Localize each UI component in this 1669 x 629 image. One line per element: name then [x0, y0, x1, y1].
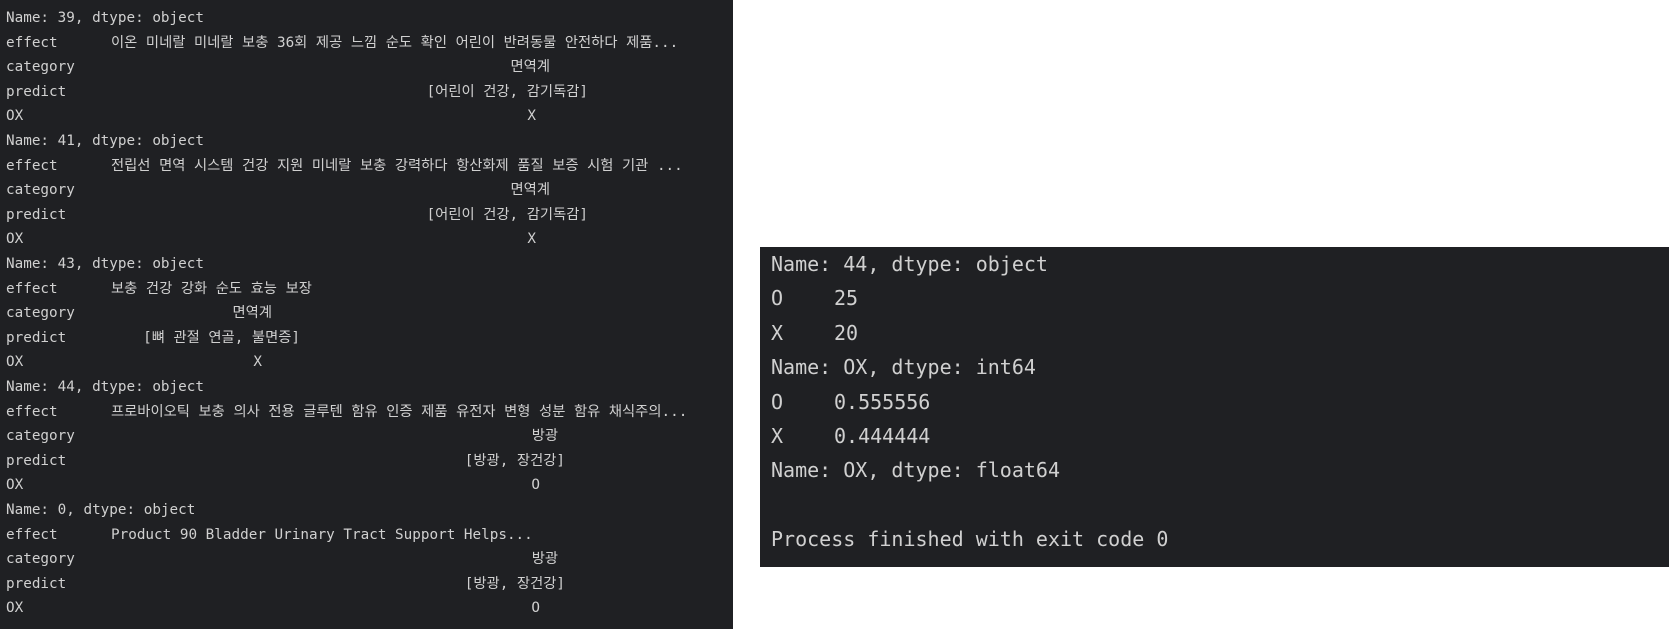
series-row-key: OX [6, 477, 24, 494]
series-row-key: effect [6, 280, 58, 297]
value-count-key: X [771, 320, 784, 345]
series-row: predict [방광, 장건강] [0, 574, 733, 594]
value-count-key: O [771, 389, 784, 414]
series-row: predict [방광, 장건강] [0, 451, 733, 471]
series-row-key: OX [6, 600, 24, 617]
series-row: OX X [0, 106, 733, 126]
console-line: Name: 44, dtype: object [760, 249, 1669, 279]
series-row: OX X [0, 229, 733, 249]
series-row-value: [어린이 건강, 감기독감] [426, 83, 588, 100]
series-row-value: 면역계 [510, 59, 550, 76]
series-row-value: 방광 [531, 428, 558, 445]
series-header-text: Name: 0, dtype: object [6, 502, 196, 518]
series-header: Name: 39, dtype: object [0, 8, 733, 28]
series-row: category 방광 [0, 549, 733, 569]
series-row-key: OX [6, 108, 24, 125]
series-row-key: predict [6, 329, 67, 346]
console-line: Name: OX, dtype: int64 [760, 352, 1669, 382]
series-row-value: 면역계 [510, 182, 550, 199]
left-console-output: Name: 39, dtype: object effect 이온 미네랄 미네랄 … [0, 0, 733, 629]
series-row-key: predict [6, 452, 67, 469]
console-line-text: Process finished with exit code 0 [771, 527, 1169, 552]
series-row-key: effect [6, 157, 58, 174]
series-row-value: O [531, 477, 540, 494]
console-line: X 0.444444 [760, 421, 1669, 451]
series-row: predict [어린이 건강, 감기독감] [0, 205, 733, 225]
console-line: O 0.555556 [760, 387, 1669, 417]
value-count-value: 20 [834, 320, 859, 345]
console-line: X 20 [760, 318, 1669, 348]
series-row-key: effect [6, 34, 58, 51]
value-count-key: O [771, 286, 784, 311]
series-row-value: X [527, 231, 536, 248]
series-header-text: Name: 43, dtype: object [6, 256, 204, 272]
series-row-key: predict [6, 206, 67, 223]
series-row-value: 방광 [531, 551, 558, 568]
series-row: category 면역계 [0, 180, 733, 200]
series-header: Name: 0, dtype: object [0, 500, 733, 520]
series-row: predict [어린이 건강, 감기독감] [0, 82, 733, 102]
series-row-value: [방광, 장건강] [464, 452, 565, 469]
series-row-key: OX [6, 231, 24, 248]
series-row-key: effect [6, 526, 58, 543]
console-line-text: Name: 44, dtype: object [771, 252, 1048, 276]
console-line: O 25 [760, 283, 1669, 313]
series-row: category 면역계 [0, 57, 733, 77]
console-line-text: Name: OX, dtype: int64 [771, 355, 1036, 380]
series-row-key: category [6, 428, 75, 445]
series-header: Name: 43, dtype: object [0, 254, 733, 274]
value-count-key: X [771, 424, 784, 448]
series-header-text: Name: 44, dtype: object [6, 379, 204, 395]
series-row: OX X [0, 352, 733, 372]
series-header-text: Name: 39, dtype: object [6, 10, 204, 26]
series-row-value: [방광, 장건강] [464, 575, 565, 592]
series-row-value: [어린이 건강, 감기독감] [426, 206, 588, 223]
series-row: category 면역계 [0, 303, 733, 323]
series-header: Name: 41, dtype: object [0, 131, 733, 151]
series-row-key: category [6, 182, 75, 199]
series-row: OX O [0, 475, 733, 495]
series-row: category 방광 [0, 426, 733, 446]
right-console-output: Name: 44, dtype: object O 25 X 20 Name: OX, d… [760, 247, 1669, 567]
series-header-text: Name: 41, dtype: object [6, 133, 204, 149]
series-row-key: category [6, 551, 75, 568]
series-row-key: OX [6, 354, 24, 371]
series-header: Name: 44, dtype: object [0, 377, 733, 397]
series-row: effect 프로바이오틱 보충 의사 전용 글루텐 함유 인증 제품 유전자 변… [0, 402, 733, 422]
series-row-value: 보충 건강 강화 순도 효능 보장 [111, 280, 312, 297]
value-count-value: 0.444444 [834, 424, 931, 448]
series-row-value: [뼈 관절 연골, 불면증] [143, 329, 300, 346]
value-count-value: 25 [834, 286, 859, 311]
value-count-value: 0.555556 [834, 389, 931, 414]
console-line: Process finished with exit code 0 [760, 524, 1669, 554]
series-row-value: O [531, 600, 540, 617]
series-row-value: 이온 미네랄 미네랄 보충 36회 제공 느낌 순도 확인 어린이 반려동물 안… [111, 34, 679, 51]
console-line-text: Name: OX, dtype: float64 [771, 458, 1060, 483]
series-row-value: 전립선 면역 시스템 건강 지원 미네랄 보충 강력하다 항산화제 품질 보증 … [111, 157, 683, 174]
series-row: effect 이온 미네랄 미네랄 보충 36회 제공 느낌 순도 확인 어린이 … [0, 33, 733, 53]
series-row-value: 면역계 [232, 305, 272, 322]
series-row: effect 보충 건강 강화 순도 효능 보장 [0, 279, 733, 299]
series-row-value: X [253, 354, 262, 371]
series-row-key: predict [6, 575, 67, 592]
series-row-key: predict [6, 83, 67, 100]
series-row: effect Product 90 Bladder Urinary Tract S… [0, 525, 733, 545]
series-row-value: X [527, 108, 536, 125]
series-row: predict [뼈 관절 연골, 불면증] [0, 328, 733, 348]
console-line: Name: OX, dtype: float64 [760, 455, 1669, 485]
series-row-value: Product 90 Bladder Urinary Tract Support… [111, 526, 533, 543]
series-row-value: 프로바이오틱 보충 의사 전용 글루텐 함유 인증 제품 유전자 변형 성분 함… [111, 403, 688, 420]
series-row-key: category [6, 305, 75, 322]
series-row-key: category [6, 59, 75, 76]
series-row: OX O [0, 598, 733, 618]
series-row-key: effect [6, 403, 58, 420]
series-row: effect 전립선 면역 시스템 건강 지원 미네랄 보충 강력하다 항산화제 … [0, 156, 733, 176]
